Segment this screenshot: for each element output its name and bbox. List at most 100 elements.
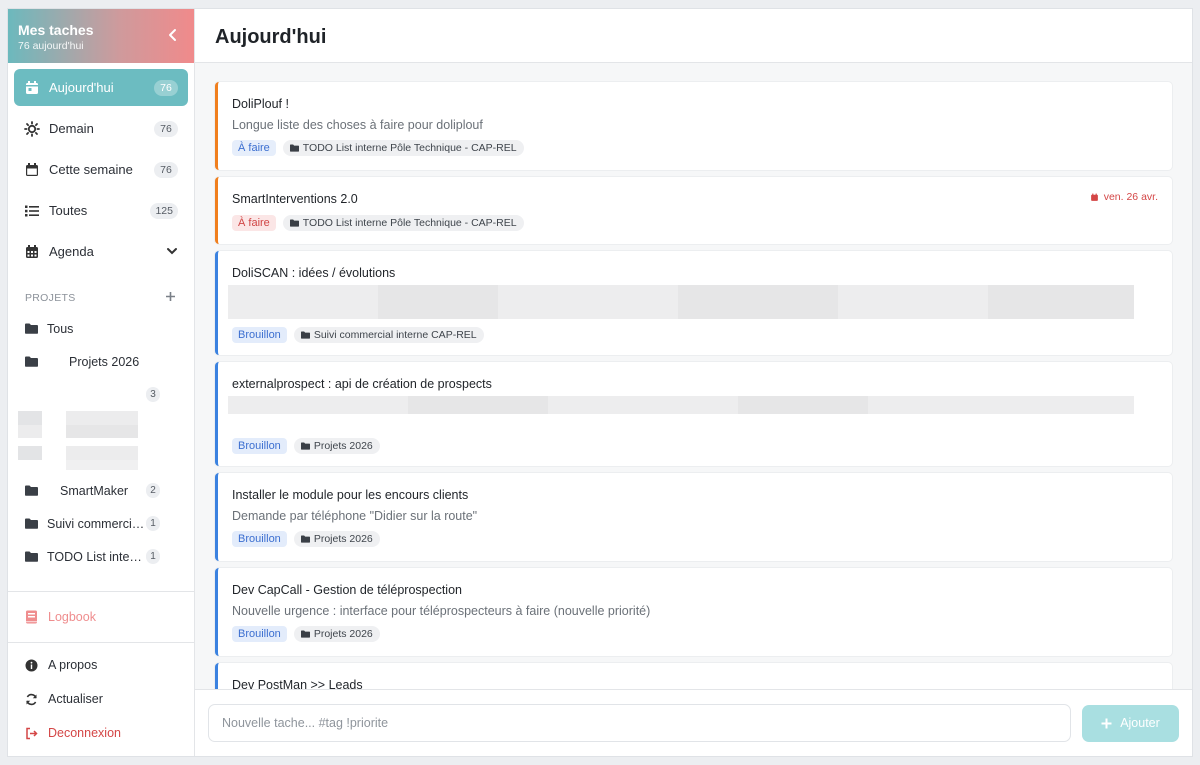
task-meta: Brouillon Projets 2026	[232, 438, 1158, 454]
plus-icon	[166, 292, 175, 301]
projects-heading: PROJETS	[25, 292, 76, 304]
folder-icon	[25, 485, 38, 496]
task-description: Nouvelle urgence : interface pour télépr…	[232, 604, 651, 618]
collapse-sidebar-button[interactable]	[166, 27, 180, 43]
task-meta: Brouillon Projets 2026	[232, 531, 1158, 547]
sidebar: Mes taches 76 aujourd'hui Aujourd'hui 76…	[8, 9, 195, 756]
task-meta: À faire TODO List interne Pôle Technique…	[232, 140, 1158, 156]
refresh-link[interactable]: Actualiser	[8, 682, 194, 716]
calendar-icon	[1090, 193, 1098, 201]
refresh-icon	[24, 692, 38, 706]
task-title: externalprospect : api de création de pr…	[232, 377, 492, 391]
all-count-badge: 125	[150, 202, 178, 219]
folder-icon	[300, 442, 310, 450]
logbook-label: Logbook	[48, 610, 96, 624]
info-circle-icon	[24, 658, 38, 672]
project-count-badge: 1	[146, 516, 160, 531]
project-label: Tous	[47, 321, 74, 336]
calendar-grid-icon	[23, 243, 41, 261]
project-tag-label: Projets 2026	[313, 628, 373, 640]
folder-icon	[25, 518, 38, 529]
add-task-button[interactable]: Ajouter	[1082, 704, 1179, 742]
redacted-description	[228, 285, 1158, 319]
task-card[interactable]: Installer le module pour les encours cli…	[215, 473, 1172, 561]
sidebar-subtitle: 76 aujourd'hui	[18, 40, 84, 52]
project-label: SmartMaker	[60, 483, 129, 498]
task-list: DoliPlouf ! Longue liste des choses à fa…	[195, 63, 1192, 689]
nav-label-agenda: Agenda	[49, 244, 94, 259]
nav-item-agenda[interactable]: Agenda	[14, 233, 188, 270]
project-tag: Suivi commercial interne CAP-REL	[293, 327, 484, 343]
main-panel: Aujourd'hui DoliPlouf ! Longue liste des…	[195, 9, 1192, 756]
task-title: Dev CapCall - Gestion de téléprospection	[232, 583, 462, 597]
project-item-suivi-commercial[interactable]: Suivi commerci… 1	[8, 507, 194, 540]
task-card[interactable]: Dev CapCall - Gestion de téléprospection…	[215, 568, 1172, 656]
folder-icon	[300, 331, 310, 339]
project-tag: Projets 2026	[293, 531, 380, 547]
project-tag: Projets 2026	[293, 438, 380, 454]
task-card[interactable]: SmartInterventions 2.0 ven. 26 avr. À fa…	[215, 177, 1172, 244]
project-tag-label: Suivi commercial interne CAP-REL	[313, 329, 477, 341]
folder-icon	[25, 356, 38, 367]
project-item-all[interactable]: Tous	[8, 312, 194, 345]
tomorrow-count-badge: 76	[154, 120, 178, 137]
status-badge: À faire	[232, 215, 276, 231]
project-item-todo-list[interactable]: TODO List inte… 1	[8, 540, 194, 573]
status-badge: À faire	[232, 140, 276, 156]
about-link[interactable]: A propos	[8, 648, 194, 682]
task-card[interactable]: DoliSCAN : idées / évolutions Brouillon …	[215, 251, 1172, 355]
project-label: Suivi commerci…	[47, 516, 145, 531]
projects-section-header: PROJETS	[8, 290, 194, 306]
nav-item-today[interactable]: Aujourd'hui 76	[14, 69, 188, 106]
nav-label-today: Aujourd'hui	[49, 80, 114, 95]
folder-icon	[300, 535, 310, 543]
chevron-left-icon	[169, 29, 176, 41]
page-title: Aujourd'hui	[215, 26, 327, 48]
project-tag-label: Projets 2026	[313, 440, 373, 452]
task-title: SmartInterventions 2.0	[232, 192, 358, 206]
logout-link[interactable]: Deconnexion	[8, 716, 194, 750]
folder-icon	[25, 551, 38, 562]
main-header: Aujourd'hui	[195, 9, 1192, 63]
redacted-project-block	[8, 411, 194, 444]
new-task-input[interactable]	[208, 704, 1071, 742]
plus-icon	[1101, 718, 1112, 728]
folder-icon	[289, 219, 299, 227]
status-badge: Brouillon	[232, 438, 287, 454]
project-item-redacted[interactable]: 3	[8, 378, 194, 411]
task-card[interactable]: Dev PostMan >> Leads	[215, 663, 1172, 689]
refresh-label: Actualiser	[48, 692, 103, 706]
task-composer: Ajouter	[195, 689, 1192, 756]
logbook-link[interactable]: Logbook	[8, 592, 194, 642]
calendar-day-icon	[23, 79, 41, 97]
nav-item-all[interactable]: Toutes 125	[14, 192, 188, 229]
chevron-down-icon[interactable]	[166, 244, 178, 259]
due-date: ven. 26 avr.	[1090, 191, 1158, 203]
app-window: Mes taches 76 aujourd'hui Aujourd'hui 76…	[7, 8, 1193, 757]
calendar-week-icon	[23, 161, 41, 179]
nav-item-tomorrow[interactable]: Demain 76	[14, 110, 188, 147]
week-count-badge: 76	[154, 161, 178, 178]
project-item-projets-2026[interactable]: Projets 2026	[8, 345, 194, 378]
add-project-button[interactable]	[165, 289, 176, 307]
task-meta: Brouillon Suivi commercial interne CAP-R…	[232, 327, 1158, 343]
today-count-badge: 76	[154, 79, 178, 96]
project-tag-label: TODO List interne Pôle Technique - CAP-R…	[302, 142, 517, 154]
task-meta: Brouillon Projets 2026	[232, 626, 1158, 642]
project-tag: TODO List interne Pôle Technique - CAP-R…	[282, 140, 524, 156]
task-card[interactable]: DoliPlouf ! Longue liste des choses à fa…	[215, 82, 1172, 170]
about-label: A propos	[48, 658, 98, 672]
nav-label-tomorrow: Demain	[49, 121, 94, 136]
project-item-smartmaker[interactable]: SmartMaker 2	[8, 474, 194, 507]
main-nav: Aujourd'hui 76 Demain 76 Cette semaine 7…	[8, 63, 194, 274]
task-card[interactable]: externalprospect : api de création de pr…	[215, 362, 1172, 466]
add-task-label: Ajouter	[1120, 716, 1160, 730]
project-label: Projets 2026	[69, 354, 140, 369]
project-tag: Projets 2026	[293, 626, 380, 642]
folder-icon	[300, 630, 310, 638]
nav-item-this-week[interactable]: Cette semaine 76	[14, 151, 188, 188]
logout-icon	[24, 726, 38, 740]
logout-label: Deconnexion	[48, 726, 121, 740]
project-count-badge: 1	[146, 549, 160, 564]
task-meta: À faire TODO List interne Pôle Technique…	[232, 215, 1158, 231]
